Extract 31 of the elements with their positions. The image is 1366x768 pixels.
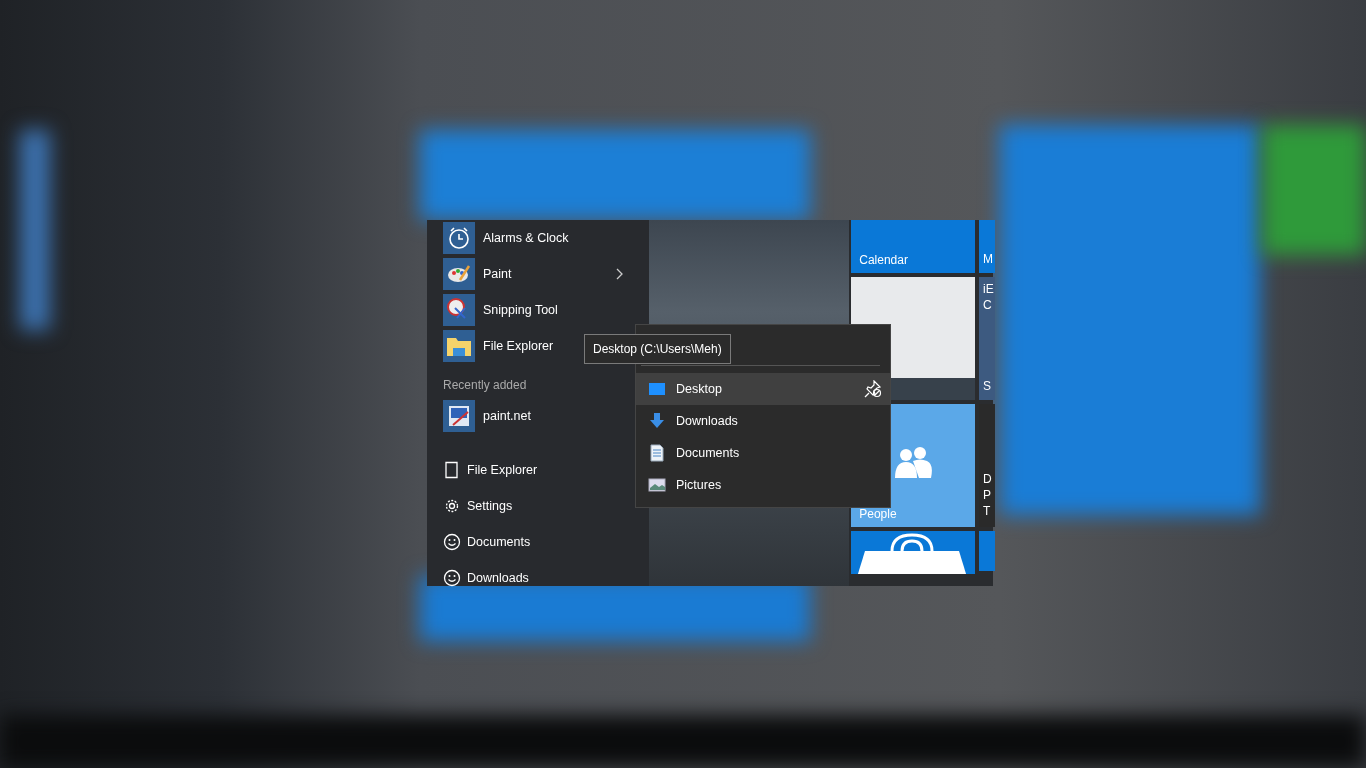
alarm-clock-icon (443, 222, 475, 254)
tooltip: Desktop (C:\Users\Meh) (584, 334, 731, 364)
jump-list-item[interactable]: Desktop (636, 373, 890, 405)
folder-icon (443, 330, 475, 362)
smiley-icon (443, 569, 461, 587)
document-icon (443, 461, 461, 479)
app-tile[interactable]: iE C S (979, 277, 995, 400)
app-tile[interactable] (979, 531, 995, 571)
unpin-icon[interactable] (864, 380, 882, 398)
app-tile[interactable] (851, 531, 975, 574)
chevron-icon[interactable] (614, 268, 623, 280)
picture-icon (648, 478, 666, 492)
people-icon (893, 444, 934, 480)
app-item[interactable]: Alarms & Clock (443, 220, 649, 256)
settings-icon (443, 497, 461, 515)
scissors-icon (443, 294, 475, 326)
smiley-icon (443, 533, 461, 551)
paint-app-icon (443, 400, 475, 432)
download-arrow-icon (648, 413, 666, 429)
app-tile[interactable]: Calendar (851, 220, 975, 273)
app-item[interactable]: Snipping Tool (443, 292, 649, 328)
palette-icon (443, 258, 475, 290)
place-item[interactable]: Documents (443, 524, 649, 560)
app-tile[interactable]: D P T (979, 404, 995, 527)
place-item[interactable]: Downloads (443, 560, 649, 596)
monitor-icon (648, 382, 666, 396)
shopping-bag-icon (857, 533, 968, 574)
section-heading: Recently added (443, 378, 528, 392)
app-tile[interactable]: M (979, 220, 995, 273)
document-icon (648, 444, 666, 462)
app-item[interactable]: Paint (443, 256, 649, 292)
